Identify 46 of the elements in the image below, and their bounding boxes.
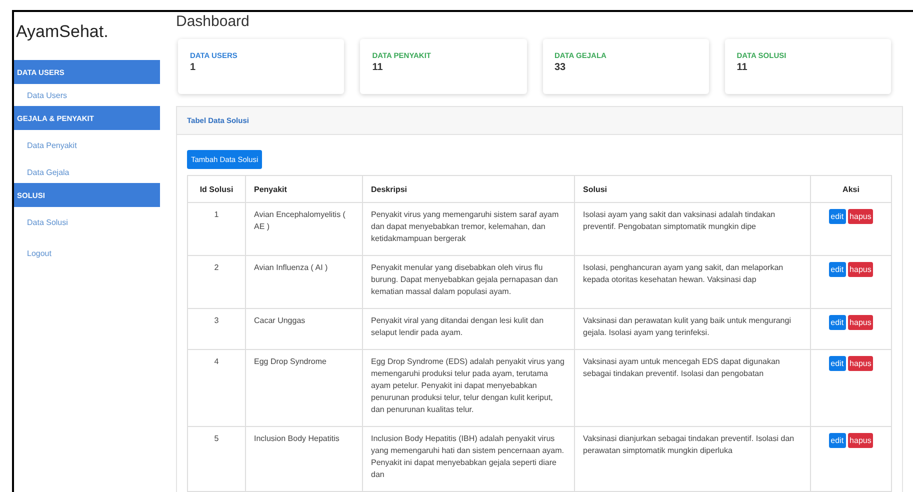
column-header: Penyakit	[246, 176, 362, 202]
table-cell: Vaksinasi dianjurkan sebagai tindakan preventif. Isolasi dan perawatan simptomatik mungkin diperluka	[574, 426, 810, 492]
page-title: Dashboard	[176, 13, 250, 31]
table-cell: 5	[188, 426, 246, 492]
table-cell: Inclusion Body Hepatitis	[246, 426, 362, 492]
table-cell: Avian Encephalomyelitis ( AE )	[246, 202, 362, 256]
delete-button[interactable]: hapus	[848, 209, 874, 224]
edit-button[interactable]: edit	[828, 433, 846, 448]
table-cell: Egg Drop Syndrome	[246, 350, 362, 426]
sidebar-link[interactable]: Data Gejala	[14, 161, 164, 183]
table-cell: Avian Influenza ( AI )	[246, 256, 362, 308]
stat-value: 11	[736, 62, 748, 73]
edit-button[interactable]: edit	[828, 209, 846, 224]
column-header: Deskripsi	[362, 176, 574, 202]
stat-value: 1	[190, 62, 197, 73]
table-cell: Isolasi ayam yang sakit dan vaksinasi adalah tindakan preventif. Pengobatan simptomatik mungkin dipe	[574, 202, 810, 256]
sidebar-link[interactable]: Data Solusi	[14, 207, 164, 238]
column-header: Id Solusi	[188, 176, 246, 202]
table-cell: Inclusion Body Hepatitis (IBH) adalah penyakit virus yang memengaruhi hati dan sistem pencernaan ayam. Penyakit ini dapat menyebabkan gejala seperti diare dan	[362, 426, 574, 492]
edit-button[interactable]: edit	[828, 315, 846, 330]
delete-button[interactable]: hapus	[848, 315, 874, 330]
sidebar-link[interactable]: Logout	[14, 238, 164, 269]
edit-button[interactable]: edit	[828, 356, 846, 371]
table-cell: Penyakit virus yang memengaruhi sistem saraf ayam dan dapat menyebabkan tremor, kelemahan, dan ketidakmampuan bergerak	[362, 202, 574, 256]
table-cell: Vaksinasi dan perawatan kulit yang baik untuk mengurangi gejala. Isolasi ayam yang terinfeksi.	[574, 308, 810, 350]
table-cell: Penyakit menular yang disebabkan oleh virus flu burung. Dapat menyebabkan gejala pernapasan dan kematian massal dalam populasi ayam.	[362, 256, 574, 308]
sidebar-link[interactable]: Data Penyakit	[14, 130, 164, 161]
table-cell: 3	[188, 308, 246, 350]
table-cell: Penyakit viral yang ditandai dengan lesi kulit dan selaput lendir pada ayam.	[362, 308, 574, 350]
stat-value: 11	[372, 62, 384, 73]
table-cell: Vaksinasi ayam untuk mencegah EDS dapat digunakan sebagai tindakan preventif. Isolasi dan pengobatan	[574, 350, 810, 426]
column-header: Solusi	[574, 176, 810, 202]
edit-button[interactable]: edit	[828, 262, 846, 277]
sidebar-link[interactable]: Data Users	[14, 84, 164, 106]
delete-button[interactable]: hapus	[848, 262, 874, 277]
table-cell: 1	[188, 202, 246, 256]
stat-value: 33	[554, 62, 567, 73]
delete-button[interactable]: hapus	[848, 356, 874, 371]
column-header: Aksi	[810, 176, 892, 202]
brand-title: AyamSehat.	[15, 21, 110, 43]
delete-button[interactable]: hapus	[848, 433, 874, 448]
table-cell: Egg Drop Syndrome (EDS) adalah penyakit virus yang memengaruhi produksi telur pada ayam, terutama ayam petelur. Penyakit ini dapat menyebabkan penurunan produksi telur, telur dengan kulit keriput, dan penurunan kualitas telur.	[362, 350, 574, 426]
table-cell: Cacar Unggas	[246, 308, 362, 350]
table-cell: 4	[188, 350, 246, 426]
table-cell: 2	[188, 256, 246, 308]
table-cell: Isolasi, penghancuran ayam yang sakit, dan melaporkan kepada otoritas kesehatan hewan. Vaksinasi dap	[574, 256, 810, 308]
